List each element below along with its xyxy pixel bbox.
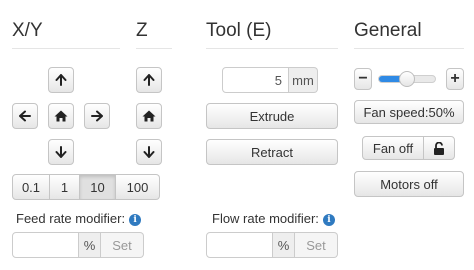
motors-off-button[interactable]: Motors off xyxy=(354,171,464,197)
extrude-button[interactable]: Extrude xyxy=(206,103,338,129)
flow-rate-set-button[interactable]: Set xyxy=(295,232,338,258)
info-icon[interactable]: i xyxy=(129,214,142,226)
general-divider xyxy=(354,48,464,49)
jog-step-group: 0.1 1 10 100 xyxy=(12,174,160,200)
xy-heading: X/Y xyxy=(12,20,43,41)
home-icon xyxy=(142,110,156,122)
flow-rate-label-text: Flow rate modifier: xyxy=(212,211,319,226)
arrow-down-icon xyxy=(55,146,67,158)
arrow-up-icon xyxy=(55,74,67,86)
fan-speed-button[interactable]: Fan speed:50% xyxy=(354,100,464,124)
feed-rate-input-group: % Set xyxy=(12,232,144,258)
retract-button[interactable]: Retract xyxy=(206,139,338,165)
step-option-100[interactable]: 100 xyxy=(116,174,160,200)
extrude-amount-input[interactable] xyxy=(222,67,289,93)
home-z-button[interactable] xyxy=(136,103,162,129)
feed-rate-set-button[interactable]: Set xyxy=(101,232,144,258)
flow-rate-input-group: % Set xyxy=(206,232,338,258)
feed-rate-input[interactable] xyxy=(12,232,79,258)
flow-rate-label: Flow rate modifier: i xyxy=(212,211,335,226)
info-icon[interactable]: i xyxy=(322,214,335,226)
jog-x-left-button[interactable] xyxy=(12,103,38,129)
step-option-10[interactable]: 10 xyxy=(80,174,116,200)
feed-rate-unit: % xyxy=(79,232,101,258)
extrude-amount-group: mm xyxy=(222,67,318,93)
arrow-up-icon xyxy=(143,74,155,86)
home-icon xyxy=(54,110,68,122)
feed-rate-label-text: Feed rate modifier: xyxy=(16,211,126,226)
arrow-right-icon xyxy=(91,110,103,122)
jog-x-right-button[interactable] xyxy=(84,103,110,129)
fan-off-button[interactable]: Fan off xyxy=(362,136,424,160)
fan-speed-decrease-button[interactable]: − xyxy=(354,68,372,90)
fan-lock-toggle[interactable] xyxy=(423,136,455,160)
flow-rate-input[interactable] xyxy=(206,232,273,258)
arrow-down-icon xyxy=(143,146,155,158)
arrow-left-icon xyxy=(19,110,31,122)
tool-heading: Tool (E) xyxy=(206,20,272,41)
tool-divider xyxy=(206,48,338,49)
step-option-1[interactable]: 1 xyxy=(50,174,80,200)
xy-divider xyxy=(12,48,120,49)
jog-z-up-button[interactable] xyxy=(136,67,162,93)
general-heading: General xyxy=(354,20,422,41)
step-option-0.1[interactable]: 0.1 xyxy=(12,174,50,200)
unlock-icon xyxy=(434,141,444,155)
z-divider xyxy=(136,48,172,49)
feed-rate-label: Feed rate modifier: i xyxy=(16,211,142,226)
jog-z-down-button[interactable] xyxy=(136,139,162,165)
z-heading: Z xyxy=(136,20,148,41)
home-xy-button[interactable] xyxy=(48,103,74,129)
fan-speed-slider-handle[interactable] xyxy=(399,71,415,87)
fan-speed-increase-button[interactable]: + xyxy=(446,68,464,90)
jog-y-down-button[interactable] xyxy=(48,139,74,165)
fan-speed-slider[interactable] xyxy=(378,71,436,87)
jog-y-up-button[interactable] xyxy=(48,67,74,93)
flow-rate-unit: % xyxy=(273,232,295,258)
extrude-amount-unit: mm xyxy=(289,67,318,93)
